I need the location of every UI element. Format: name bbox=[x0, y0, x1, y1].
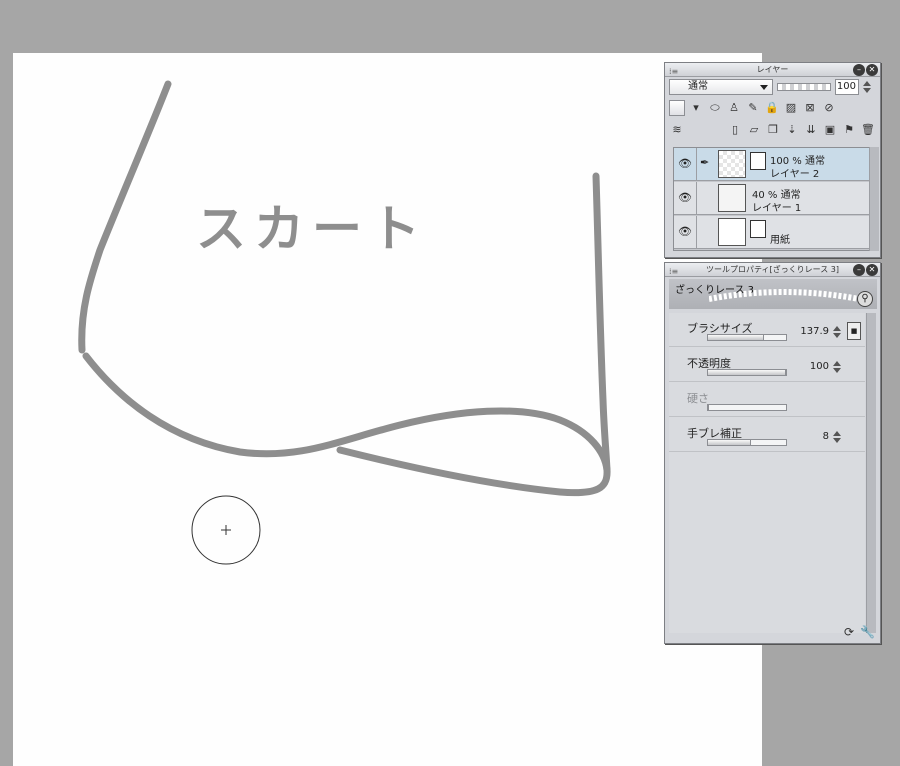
wrench-icon[interactable]: 🔧 bbox=[860, 625, 875, 639]
layer-name: レイヤー 2 bbox=[770, 169, 820, 180]
stabilization-property: 手ブレ補正 8 bbox=[669, 418, 865, 452]
mask-thumbnail bbox=[750, 152, 766, 170]
minimize-icon[interactable]: – bbox=[853, 264, 865, 276]
layer-opacity-slider[interactable] bbox=[777, 83, 831, 91]
eye-icon[interactable]: 👁 bbox=[678, 226, 692, 238]
layer-opacity-input[interactable]: 100 bbox=[835, 79, 859, 95]
tool-property-panel: ⁞≡ ツールプロパティ[ざっくりレース 3] – ✕ ざっくりレース 3 ⚲ ブ… bbox=[664, 262, 881, 644]
draft-icon[interactable]: ✎ bbox=[745, 100, 761, 116]
new-vector-layer-icon[interactable]: ▱ bbox=[746, 122, 762, 138]
close-icon[interactable]: ✕ bbox=[866, 264, 878, 276]
lace-brush-preview bbox=[709, 289, 859, 302]
layer-panel: ⁞≡ レイヤー – ✕ 通常 100 ▾ ⬭ ♙ ✎ 🔒 ▨ ⊠ ⊘ ≋ ▯ ▱… bbox=[664, 62, 881, 258]
stabilization-value[interactable]: 8 bbox=[823, 431, 829, 442]
mask-icon[interactable]: ▣ bbox=[822, 122, 838, 138]
tool-panel-scrollbar[interactable] bbox=[866, 313, 876, 633]
chevron-down-icon bbox=[760, 85, 768, 90]
sketch-stroke-bottom bbox=[82, 352, 611, 497]
layer-panel-title: レイヤー bbox=[756, 65, 789, 74]
chevron-down-icon[interactable]: ▾ bbox=[688, 100, 704, 116]
blend-mode-select[interactable]: 通常 bbox=[669, 79, 773, 95]
size-option-button[interactable]: ■ bbox=[847, 322, 861, 340]
hardness-label: 硬さ bbox=[687, 392, 709, 405]
merge-visible-icon[interactable]: ⇊ bbox=[803, 122, 819, 138]
mask-enable-icon[interactable]: ⊠ bbox=[802, 100, 818, 116]
clipping-icon[interactable]: ⬭ bbox=[707, 100, 723, 116]
layer-row[interactable]: 👁 40 % 通常 レイヤー 1 bbox=[674, 182, 871, 215]
tool-panel-titlebar[interactable]: ⁞≡ ツールプロパティ[ざっくりレース 3] – ✕ bbox=[665, 263, 880, 277]
brush-size-slider[interactable] bbox=[707, 334, 787, 341]
grip-icon[interactable]: ⁞≡ bbox=[669, 265, 678, 279]
trash-icon[interactable]: 🗑 bbox=[860, 122, 876, 138]
new-raster-layer-icon[interactable]: ▯ bbox=[727, 122, 743, 138]
new-folder-icon[interactable]: ❐ bbox=[765, 122, 781, 138]
blend-mode-value: 通常 bbox=[688, 81, 708, 92]
sketch-text: スカート bbox=[196, 200, 428, 258]
color-icon[interactable] bbox=[669, 100, 685, 116]
eye-icon[interactable]: 👁 bbox=[678, 158, 692, 170]
reset-icon[interactable]: ⟳ bbox=[842, 625, 856, 639]
paper-icon bbox=[750, 220, 766, 238]
layer-name: レイヤー 1 bbox=[752, 203, 802, 214]
close-icon[interactable]: ✕ bbox=[866, 64, 878, 76]
stabilization-spinner[interactable] bbox=[833, 430, 841, 444]
mask-area-icon[interactable]: ⊘ bbox=[821, 100, 837, 116]
opacity-slider[interactable] bbox=[707, 369, 787, 376]
opacity-property: 不透明度 100 bbox=[669, 348, 865, 382]
grip-icon[interactable]: ⁞≡ bbox=[669, 65, 678, 79]
layer-opacity-spinner[interactable] bbox=[863, 80, 871, 94]
layer-name: 用紙 bbox=[770, 235, 790, 246]
magnifier-icon[interactable]: ⚲ bbox=[857, 291, 873, 307]
brush-size-property: ブラシサイズ 137.9 ■ bbox=[669, 313, 865, 347]
layer-thumbnail bbox=[718, 218, 746, 246]
lock-transparency-icon[interactable]: ▨ bbox=[783, 100, 799, 116]
minimize-icon[interactable]: – bbox=[853, 64, 865, 76]
hardness-slider bbox=[707, 404, 787, 411]
stabilization-slider[interactable] bbox=[707, 439, 787, 446]
tool-panel-title: ツールプロパティ[ざっくりレース 3] bbox=[706, 265, 839, 274]
hardness-property: 硬さ bbox=[669, 383, 865, 417]
layer-panel-titlebar[interactable]: ⁞≡ レイヤー – ✕ bbox=[665, 63, 880, 77]
opacity-value[interactable]: 100 bbox=[810, 361, 829, 372]
brush-size-value[interactable]: 137.9 bbox=[800, 326, 829, 337]
merge-down-icon[interactable]: ⇣ bbox=[784, 122, 800, 138]
property-list: ブラシサイズ 137.9 ■ 不透明度 100 硬さ 手ブレ補正 8 bbox=[669, 313, 865, 633]
layer-thumbnail bbox=[718, 150, 746, 178]
brush-size-spinner[interactable] bbox=[833, 325, 841, 339]
lock-icon[interactable]: 🔒 bbox=[764, 100, 780, 116]
layer-scrollbar[interactable] bbox=[869, 147, 879, 251]
sketch-stroke-left bbox=[78, 80, 172, 354]
flag-icon[interactable]: ⚑ bbox=[841, 122, 857, 138]
layer-stack-icon[interactable]: ≋ bbox=[669, 122, 685, 138]
pen-icon: ✒ bbox=[700, 156, 710, 169]
layer-thumbnail bbox=[718, 184, 746, 212]
sketch-stroke-right bbox=[592, 172, 611, 474]
layer-row[interactable]: 👁 用紙 bbox=[674, 216, 871, 249]
layer-list: 👁 ✒ 100 % 通常 レイヤー 2 👁 40 % 通常 レイヤー 1 👁 用… bbox=[673, 147, 872, 251]
opacity-spinner[interactable] bbox=[833, 360, 841, 374]
eye-icon[interactable]: 👁 bbox=[678, 192, 692, 204]
layer-row[interactable]: 👁 ✒ 100 % 通常 レイヤー 2 bbox=[674, 148, 871, 181]
brush-preset-preview: ざっくりレース 3 ⚲ bbox=[669, 279, 877, 309]
reference-icon[interactable]: ♙ bbox=[726, 100, 742, 116]
